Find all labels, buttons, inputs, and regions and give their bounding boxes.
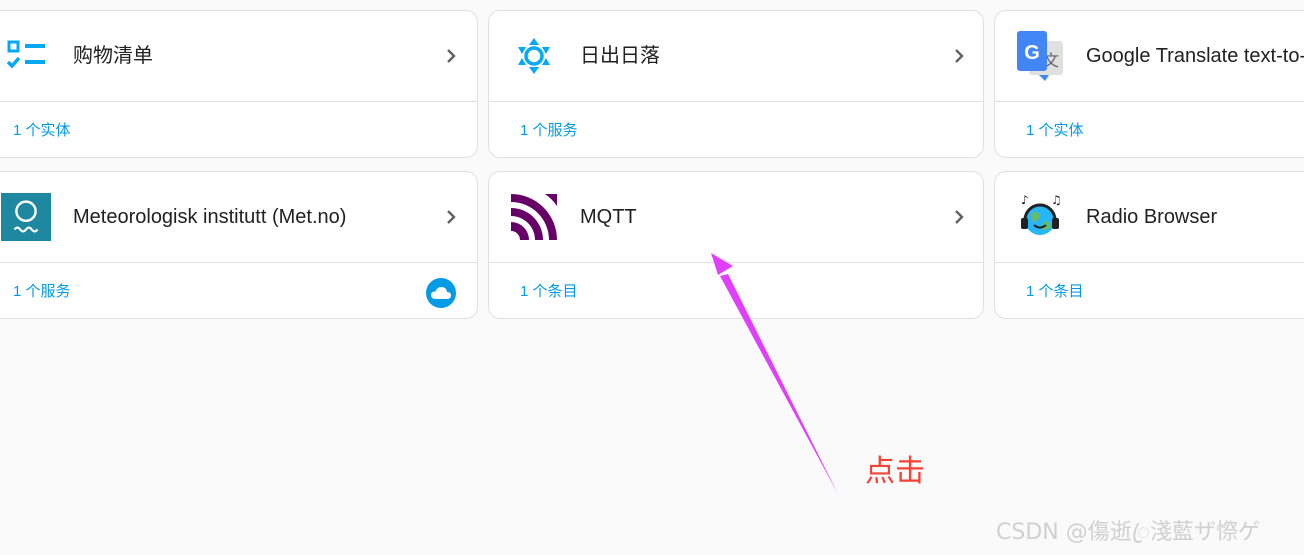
arrow-icon — [711, 253, 838, 494]
watermark: CSDN @傷逝ꦿ淺藍ザ憏ゲ — [996, 520, 1261, 545]
annotation-label: 点击 — [865, 454, 925, 489]
